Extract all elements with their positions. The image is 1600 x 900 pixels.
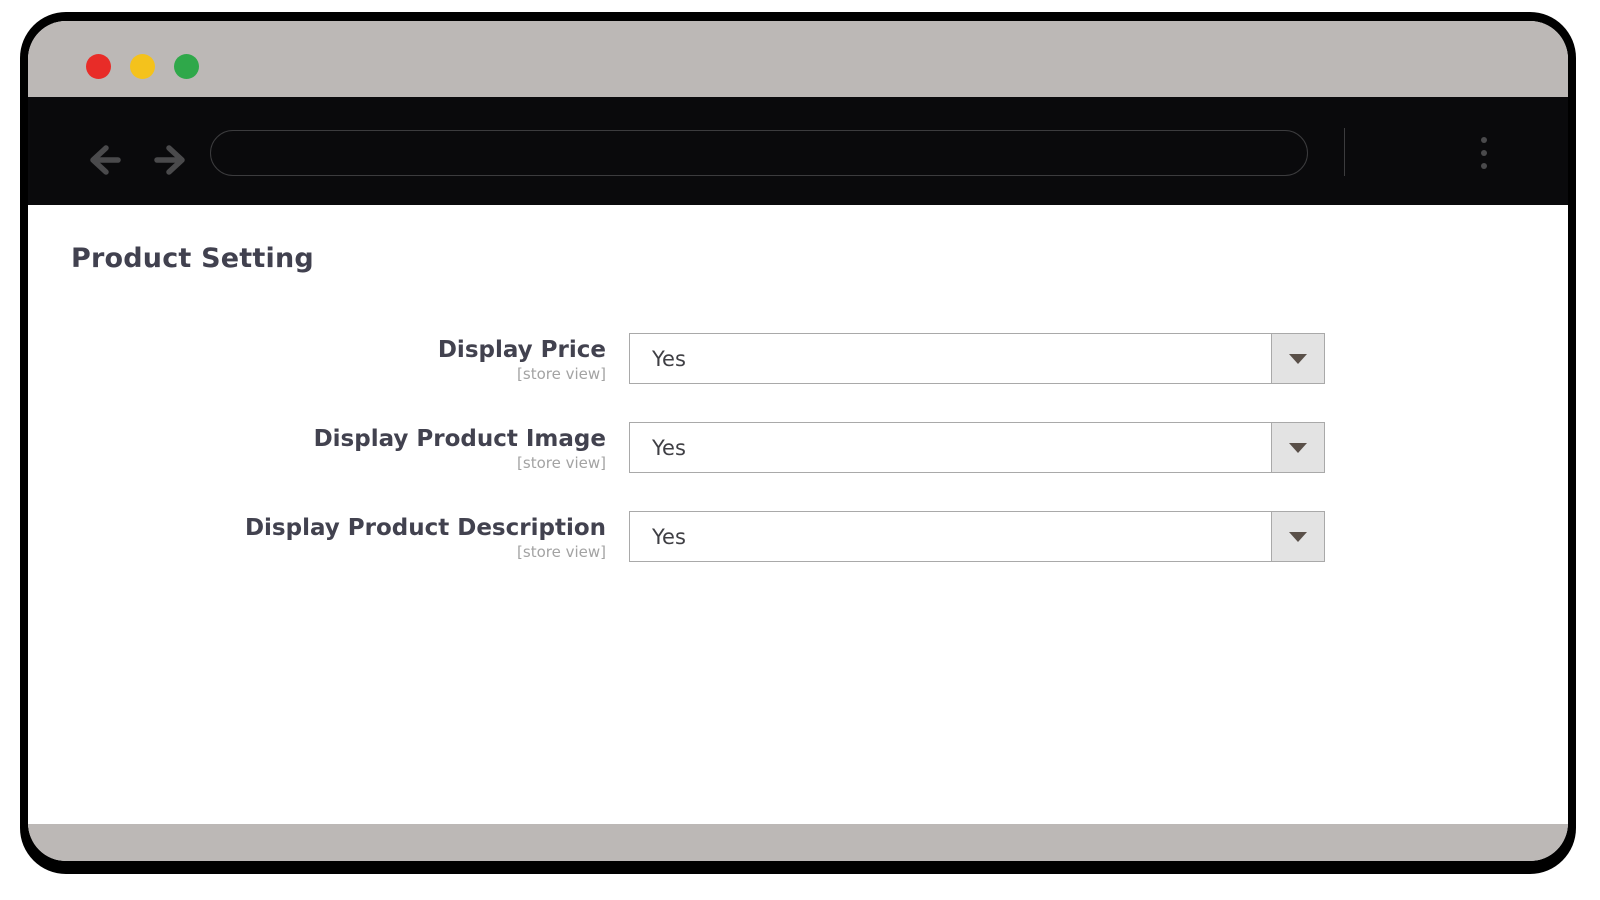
chevron-down-icon xyxy=(1289,353,1307,364)
toolbar-divider xyxy=(1344,128,1345,176)
kebab-dot xyxy=(1481,150,1487,156)
kebab-dot xyxy=(1481,137,1487,143)
field-label: Display Product Image xyxy=(313,426,606,452)
select-value: Yes xyxy=(652,435,686,460)
field-label: Display Price xyxy=(437,337,606,363)
close-button[interactable] xyxy=(86,54,111,79)
field-label-group: Display Price [store view] xyxy=(28,337,606,383)
select-value: Yes xyxy=(652,524,686,549)
arrow-right-icon[interactable] xyxy=(145,141,187,179)
field-scope-note: [store view] xyxy=(517,365,606,384)
address-bar[interactable] xyxy=(210,130,1308,176)
chevron-down-icon xyxy=(1289,531,1307,542)
display-product-image-select[interactable]: Yes xyxy=(629,422,1325,473)
chevron-down-icon xyxy=(1289,442,1307,453)
browser-window: Product Setting Display Price [store vie… xyxy=(28,21,1568,861)
select-dropdown-button[interactable] xyxy=(1271,423,1324,472)
minimize-button[interactable] xyxy=(130,54,155,79)
field-scope-note: [store view] xyxy=(517,454,606,473)
display-product-description-select[interactable]: Yes xyxy=(629,511,1325,562)
select-value: Yes xyxy=(652,346,686,371)
select-dropdown-button[interactable] xyxy=(1271,334,1324,383)
kebab-dot xyxy=(1481,163,1487,169)
arrow-left-icon[interactable] xyxy=(88,141,130,179)
window-titlebar xyxy=(28,21,1568,97)
browser-toolbar xyxy=(28,97,1568,205)
select-dropdown-button[interactable] xyxy=(1271,512,1324,561)
field-label: Display Product Description xyxy=(244,515,606,541)
browser-window-frame: Product Setting Display Price [store vie… xyxy=(20,12,1576,874)
traffic-light-buttons xyxy=(86,54,199,79)
maximize-button[interactable] xyxy=(174,54,199,79)
kebab-menu-icon[interactable] xyxy=(1471,137,1497,169)
page-title: Product Setting xyxy=(71,243,314,274)
product-setting-form: Display Price [store view] Yes Display P… xyxy=(28,333,1568,600)
navigation-buttons xyxy=(88,141,187,179)
form-row-display-price: Display Price [store view] Yes xyxy=(28,333,1568,422)
display-price-select[interactable]: Yes xyxy=(629,333,1325,384)
form-row-display-product-image: Display Product Image [store view] Yes xyxy=(28,422,1568,511)
window-footer xyxy=(28,824,1568,861)
page-content: Product Setting Display Price [store vie… xyxy=(28,205,1568,824)
form-row-display-product-description: Display Product Description [store view]… xyxy=(28,511,1568,600)
field-scope-note: [store view] xyxy=(517,543,606,562)
field-label-group: Display Product Image [store view] xyxy=(28,426,606,472)
field-label-group: Display Product Description [store view] xyxy=(28,515,606,561)
